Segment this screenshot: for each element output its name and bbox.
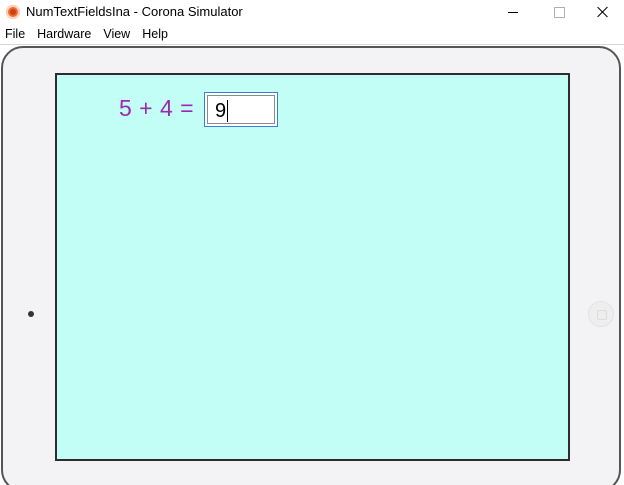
minimize-icon bbox=[508, 11, 518, 13]
window-title: NumTextFieldsIna - Corona Simulator bbox=[26, 4, 243, 19]
close-icon bbox=[597, 6, 609, 18]
title-bar[interactable]: NumTextFieldsIna - Corona Simulator bbox=[0, 0, 624, 24]
menu-bar: File Hardware View Help bbox=[0, 24, 624, 44]
menu-separator bbox=[0, 44, 624, 45]
maximize-icon bbox=[553, 6, 565, 18]
menu-view[interactable]: View bbox=[98, 27, 137, 41]
camera-icon bbox=[28, 311, 34, 317]
answer-input-inner[interactable]: 9 bbox=[207, 95, 275, 124]
menu-help[interactable]: Help bbox=[137, 27, 175, 41]
home-button[interactable] bbox=[588, 301, 614, 327]
app-screen[interactable] bbox=[55, 73, 570, 461]
text-caret bbox=[227, 100, 229, 122]
menu-file[interactable]: File bbox=[0, 27, 32, 41]
close-button[interactable] bbox=[580, 0, 624, 24]
minimize-button[interactable] bbox=[490, 0, 536, 24]
answer-value: 9 bbox=[215, 99, 227, 122]
answer-input[interactable]: 9 bbox=[204, 92, 278, 127]
corona-app-icon bbox=[6, 5, 20, 19]
menu-hardware[interactable]: Hardware bbox=[32, 27, 98, 41]
maximize-button[interactable] bbox=[536, 0, 582, 24]
equation-label: 5 + 4 = bbox=[119, 95, 195, 121]
simulator-window: NumTextFieldsIna - Corona Simulator File… bbox=[0, 0, 624, 485]
